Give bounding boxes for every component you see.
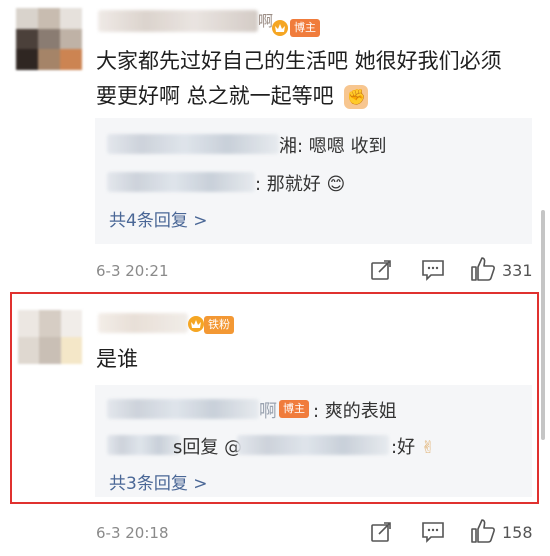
reply-username-mosaic[interactable] [107, 172, 255, 192]
owner-badge: 博主 [279, 400, 309, 418]
reply-username-mosaic[interactable] [107, 435, 181, 455]
comment-time: 6-3 20:21 [96, 262, 169, 280]
comment-time: 6-3 20:18 [96, 524, 169, 542]
smile-emoji: 😊 [326, 174, 346, 195]
username-mosaic[interactable] [98, 10, 258, 32]
comment-text: 是谁 [96, 347, 138, 371]
comment-text-line-2-text: 要更好啊 总之就一起等吧 [96, 84, 334, 108]
reply-2-text: : 那就好 😊 [255, 170, 345, 196]
like-count: 158 [502, 523, 533, 542]
reply-2-text-body: :好 [391, 437, 416, 458]
victory-emoji: ✌ [420, 438, 436, 458]
share-icon[interactable] [370, 521, 392, 543]
share-icon[interactable] [370, 259, 392, 281]
comment-icon[interactable] [421, 521, 445, 543]
more-replies-link[interactable]: 共3条回复 > [109, 469, 207, 494]
scrollbar[interactable] [541, 210, 545, 440]
reply-username-mosaic[interactable] [107, 399, 259, 419]
vip-crown-icon [188, 316, 204, 332]
reply-mention-mosaic[interactable] [237, 435, 389, 455]
reply-box: 啊 博主 : 爽的表姐 s回复 @ :好 ✌ 共3条回复 > [95, 385, 532, 497]
reply-1-name-tail: 啊 [259, 401, 277, 422]
avatar[interactable] [16, 8, 82, 70]
fist-emoji: ✊ [344, 85, 369, 109]
comment-icon[interactable] [421, 259, 445, 281]
vip-crown-icon [272, 20, 288, 36]
owner-badge: 博主 [290, 19, 320, 37]
reply-1-text: 湘: 嗯嗯 收到 [279, 136, 387, 157]
avatar[interactable] [18, 310, 82, 364]
reply-2-prefix: s回复 @ [173, 437, 243, 458]
reply-2-text-body: : 那就好 [255, 174, 321, 195]
username-mosaic[interactable] [98, 313, 188, 333]
thumbs-up-icon[interactable] [470, 256, 496, 282]
reply-2-text: :好 ✌ [391, 433, 435, 459]
reply-box: 湘: 嗯嗯 收到 : 那就好 😊 共4条回复 > [95, 118, 532, 244]
fan-badge: 铁粉 [204, 316, 234, 334]
comment-text-line-2: 要更好啊 总之就一起等吧 ✊ [96, 79, 502, 114]
more-replies-link[interactable]: 共4条回复 > [109, 206, 207, 231]
reply-username-mosaic[interactable] [107, 134, 279, 154]
like-count: 331 [502, 261, 533, 280]
thumbs-up-icon[interactable] [470, 518, 496, 544]
reply-1-text: : 爽的表姐 [313, 401, 397, 422]
comment-text-line-1: 大家都先过好自己的生活吧 她很好我们必须 [96, 49, 502, 73]
comment-text: 大家都先过好自己的生活吧 她很好我们必须 要更好啊 总之就一起等吧 ✊ [96, 44, 502, 114]
